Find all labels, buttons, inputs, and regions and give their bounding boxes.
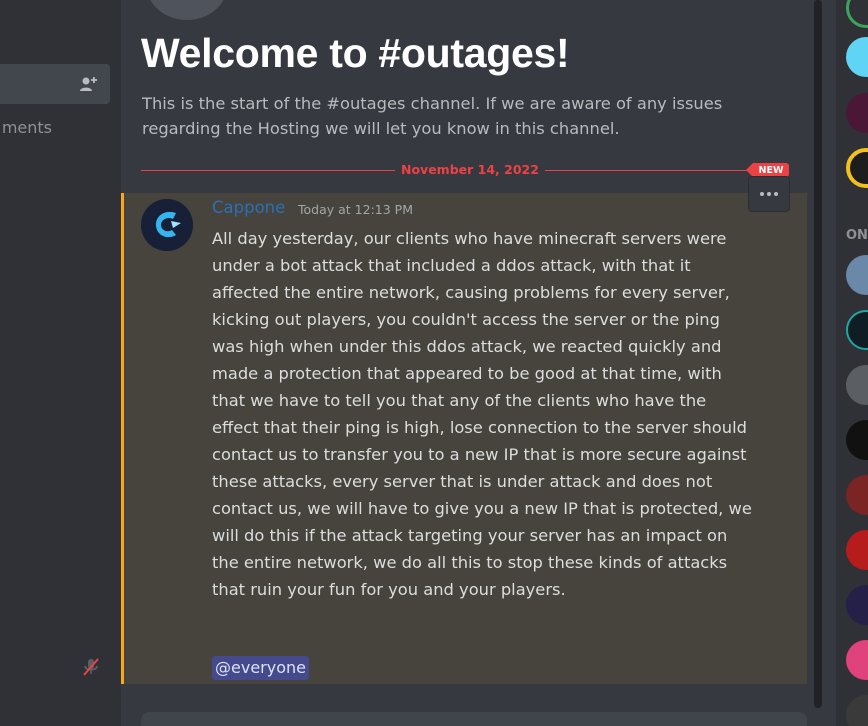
everyone-mention[interactable]: @everyone xyxy=(212,656,309,680)
chat-area: Welcome to #outages! This is the start o… xyxy=(121,0,827,726)
member-avatar[interactable] xyxy=(846,0,868,28)
more-options-button[interactable] xyxy=(748,176,790,212)
channel-sidebar: s s ments xyxy=(0,0,121,726)
channel-icon xyxy=(147,0,227,20)
welcome-title: Welcome to #outages! xyxy=(141,30,570,76)
member-avatar[interactable] xyxy=(846,585,868,625)
sidebar-channel-item-active[interactable] xyxy=(0,64,110,104)
divider-date: November 14, 2022 xyxy=(395,162,545,177)
member-avatar[interactable] xyxy=(846,37,868,77)
scrollbar-thumb[interactable] xyxy=(814,0,822,708)
new-badge: NEW xyxy=(746,163,789,177)
sidebar-item-label: ments xyxy=(1,117,52,137)
member-avatar[interactable] xyxy=(846,640,868,680)
chat-scrollbar[interactable] xyxy=(810,0,826,712)
member-avatar[interactable] xyxy=(846,310,868,350)
member-list: ON xyxy=(836,0,868,726)
member-avatar[interactable] xyxy=(846,255,868,295)
message-author[interactable]: Cappone xyxy=(212,198,285,217)
member-avatar[interactable] xyxy=(846,475,868,515)
welcome-description: This is the start of the #outages channe… xyxy=(142,94,723,138)
members-online-header: ON xyxy=(846,228,868,243)
chat-message: Cappone Today at 12:13 PM All day yester… xyxy=(121,193,807,684)
add-member-icon[interactable] xyxy=(78,74,98,94)
member-avatar[interactable] xyxy=(846,93,868,133)
message-timestamp: Today at 12:13 PM xyxy=(298,202,413,217)
member-avatar[interactable] xyxy=(846,420,868,460)
message-input[interactable] xyxy=(141,712,807,726)
sidebar-channel-item[interactable]: s xyxy=(0,21,110,61)
member-avatar[interactable] xyxy=(846,530,868,570)
more-options-icon xyxy=(759,192,780,196)
microphone-muted-icon[interactable] xyxy=(80,656,102,678)
member-avatar[interactable] xyxy=(846,148,868,188)
avatar[interactable] xyxy=(141,199,193,251)
sidebar-channel-item[interactable]: ments xyxy=(0,107,110,147)
message-body: All day yesterday, our clients who have … xyxy=(212,229,752,599)
member-avatar[interactable] xyxy=(846,365,868,405)
member-avatar[interactable] xyxy=(846,695,868,726)
